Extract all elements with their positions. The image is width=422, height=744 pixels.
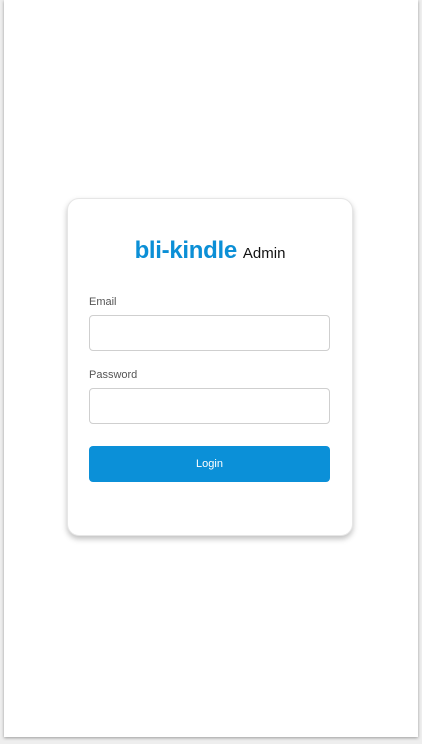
brand-name: bli-kindle — [134, 237, 238, 264]
brand-logo: bli-kindle Admin — [68, 239, 352, 263]
login-button[interactable]: Login — [89, 446, 330, 482]
login-card: bli-kindle Admin Email Password Login — [67, 198, 353, 536]
password-label: Password — [89, 369, 138, 381]
brand-suffix: Admin — [242, 245, 286, 262]
email-field[interactable] — [89, 315, 330, 351]
password-field[interactable] — [89, 388, 330, 424]
email-label: Email — [89, 296, 117, 308]
app-frame: bli-kindle Admin Email Password Login — [4, 0, 418, 737]
